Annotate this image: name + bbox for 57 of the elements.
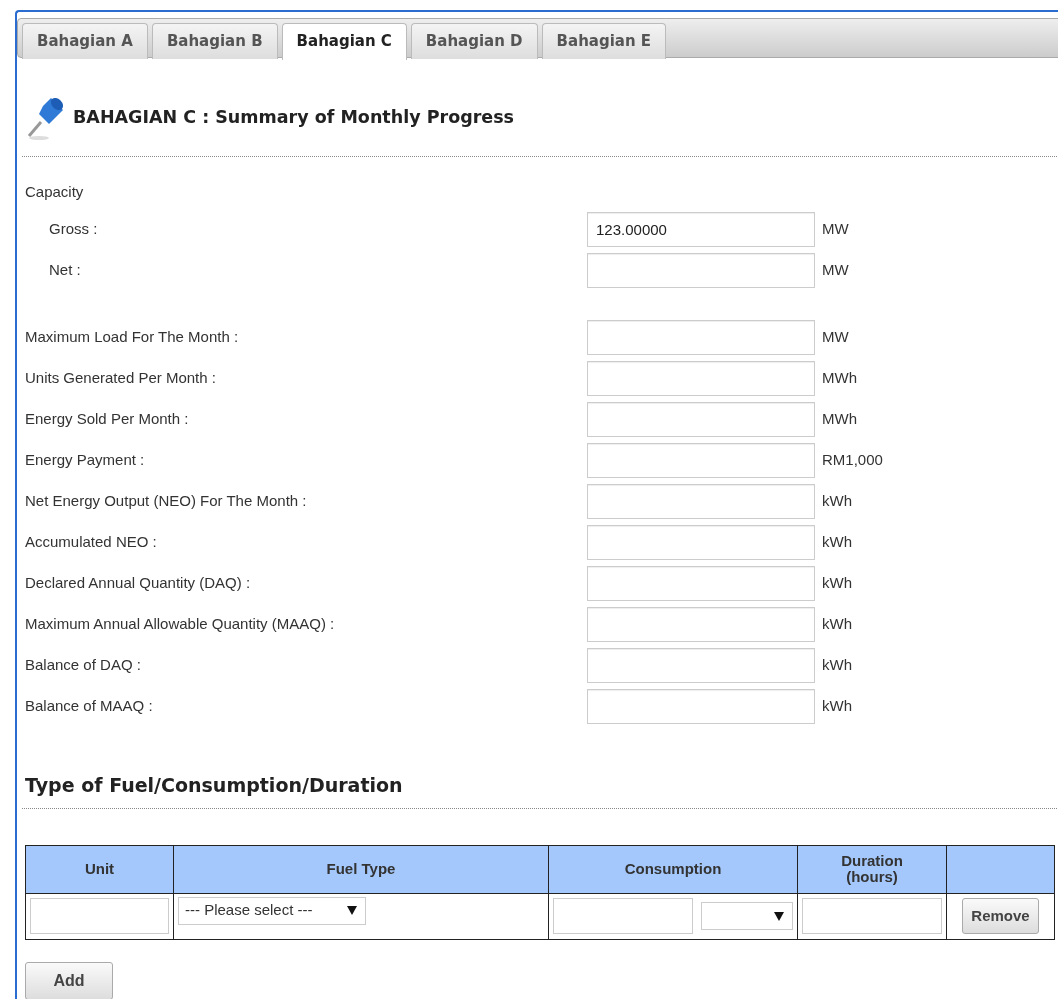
input-field[interactable]: [802, 898, 942, 934]
unit-label: kWh: [822, 491, 852, 512]
input-field[interactable]: [587, 607, 815, 642]
input-field[interactable]: [587, 443, 815, 478]
add-button[interactable]: Add: [25, 961, 113, 999]
input-field[interactable]: [587, 689, 815, 724]
field-label: Units Generated Per Month :: [24, 368, 217, 389]
unit-label: kWh: [822, 573, 852, 594]
tab[interactable]: Bahagian B: [151, 23, 278, 59]
unit-label: MWh: [822, 368, 857, 389]
input-field[interactable]: [587, 402, 815, 437]
remove-button[interactable]: Remove: [962, 897, 1039, 935]
unit-label: MW: [822, 219, 849, 240]
column-header: Duration (hours): [797, 845, 947, 893]
input-field[interactable]: [587, 484, 815, 519]
field-label: Accumulated NEO :: [24, 532, 158, 553]
field-label: Declared Annual Quantity (DAQ) :: [24, 573, 252, 594]
unit-label: kWh: [822, 614, 852, 635]
input-field[interactable]: [553, 898, 693, 934]
tab[interactable]: Bahagian D: [410, 23, 538, 59]
field-label: Maximum Annual Allowable Quantity (MAAQ) :: [24, 614, 336, 635]
field-label: Balance of MAAQ :: [24, 696, 154, 717]
input-field[interactable]: [587, 253, 815, 288]
field-label: Net Energy Output (NEO) For The Month :: [24, 491, 308, 512]
caret-icon: [347, 906, 357, 915]
input-field[interactable]: [587, 320, 815, 355]
unit-label: MW: [822, 327, 849, 348]
input-field[interactable]: 123.00000: [587, 212, 815, 247]
field-label: Energy Sold Per Month :: [24, 409, 190, 430]
unit-label: MW: [822, 260, 849, 281]
input-field[interactable]: [587, 566, 815, 601]
tab[interactable]: Bahagian A: [22, 23, 148, 59]
unit-label: kWh: [822, 696, 852, 717]
field-label: Net :: [48, 260, 82, 281]
column-header: Unit: [25, 845, 174, 893]
section-label: Capacity: [24, 181, 84, 202]
select-field[interactable]: --- Please select ---: [178, 896, 366, 925]
field-label: Energy Payment :: [24, 450, 146, 471]
column-header: Fuel Type: [173, 845, 549, 893]
input-field[interactable]: [30, 898, 169, 934]
field-label: Balance of DAQ :: [24, 655, 142, 676]
select-field[interactable]: [701, 902, 793, 930]
field-label: Gross :: [48, 219, 99, 240]
field-label: Maximum Load For The Month :: [24, 327, 240, 348]
input-field[interactable]: [587, 361, 815, 396]
unit-label: kWh: [822, 532, 852, 553]
column-header: Consumption: [548, 845, 798, 893]
unit-label: RM1,000: [822, 450, 883, 471]
input-field[interactable]: [587, 648, 815, 683]
input-field[interactable]: [587, 525, 815, 560]
section-heading: Type of Fuel/Consumption/Duration: [25, 773, 404, 798]
unit-label: MWh: [822, 409, 857, 430]
unit-label: kWh: [822, 655, 852, 676]
page-heading: BAHAGIAN C : Summary of Monthly Progress: [73, 105, 514, 129]
caret-icon: [774, 911, 784, 921]
tab[interactable]: Bahagian E: [541, 23, 667, 59]
tab[interactable]: Bahagian C: [281, 23, 407, 60]
